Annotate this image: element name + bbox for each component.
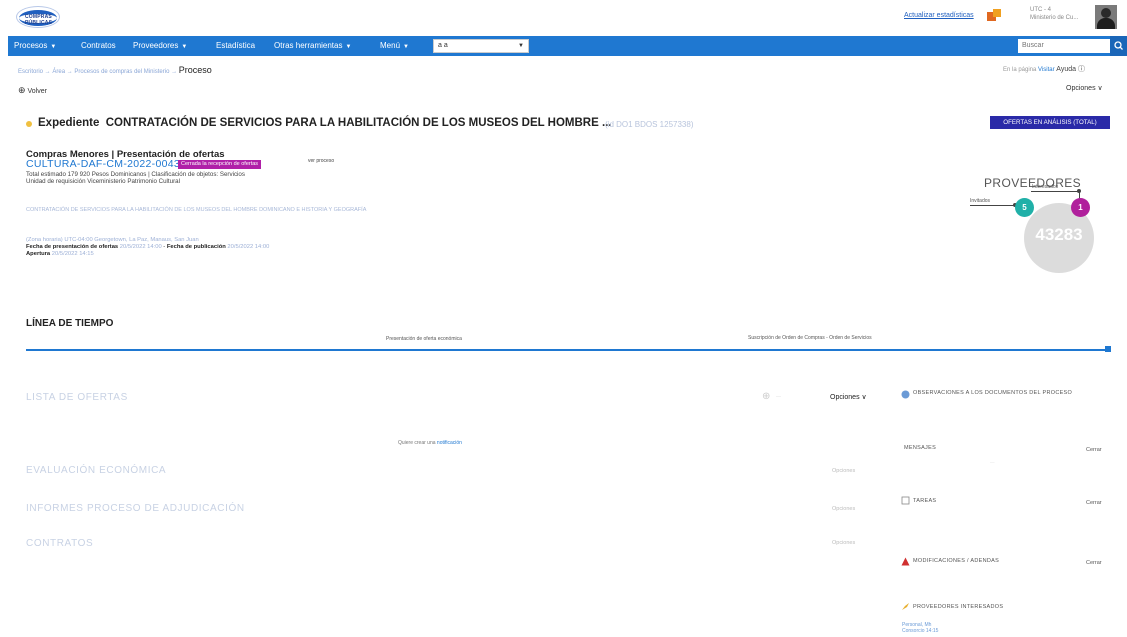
tareas-close[interactable]: Cerrar	[1086, 500, 1102, 506]
mensajes-empty: —	[990, 460, 995, 465]
informes-options[interactable]: Opciones	[832, 506, 855, 512]
section-lista-ofertas[interactable]: LISTA DE OFERTAS	[26, 392, 128, 403]
nav-estadistica[interactable]: Estadística	[216, 36, 255, 56]
invited-count[interactable]: 5	[1015, 198, 1034, 217]
status-dot-icon	[26, 121, 32, 127]
interested-count[interactable]: 1	[1071, 198, 1090, 217]
logo-text: COMPRAS PÚBLICAS	[25, 14, 53, 26]
avatar[interactable]	[1095, 5, 1117, 29]
interested-label: Interesados	[1032, 184, 1059, 190]
comment-icon	[901, 390, 910, 399]
chevron-down-icon: ▼	[345, 44, 352, 50]
chevron-down-icon: ▼	[518, 43, 524, 49]
dates-line: Fecha de presentación de ofertas 20/5/20…	[26, 244, 270, 250]
add-icon[interactable]: ⊕	[762, 391, 770, 402]
proveedores-interesados-item[interactable]: PROVEEDORES INTERESADOS	[913, 604, 1003, 610]
notification-notice: Quiere crear una notificación	[398, 440, 462, 446]
process-code[interactable]: CULTURA-DAF-CM-2022-0043	[26, 158, 180, 170]
nav-proveedores[interactable]: Proveedores ▼	[133, 36, 187, 56]
nav-otras-herramientas[interactable]: Otras herramientas ▼	[274, 36, 351, 56]
breadcrumb: Escritorio → Área → Procesos de compras …	[18, 65, 212, 75]
timeline-stage: Suscripción de Orden de Compras - Orden …	[748, 335, 872, 341]
modificaciones-item[interactable]: MODIFICACIONES / ADENDAS	[913, 558, 999, 564]
tareas-item[interactable]: TAREAS	[913, 498, 936, 504]
chevron-down-icon: ∨	[861, 394, 867, 401]
section-contratos[interactable]: CONTRATOS	[26, 538, 93, 549]
nav-procesos[interactable]: Procesos ▼	[14, 36, 56, 56]
star-icon	[902, 603, 909, 610]
timeline-title: LÍNEA DE TIEMPO	[26, 318, 114, 329]
chevron-down-icon: ▼	[50, 44, 57, 50]
user-org[interactable]: Ministerio de Cu...	[1030, 15, 1078, 21]
section-evaluacion[interactable]: EVALUACIÓN ECONÓMICA	[26, 465, 166, 476]
update-stats-link[interactable]: Actualizar estadísticas	[904, 12, 974, 19]
view-process-link[interactable]: ver proceso	[308, 158, 334, 164]
options-dropdown[interactable]: Opciones ∨	[1066, 84, 1103, 92]
process-status-badge: Cerrada la recepción de ofertas	[178, 160, 262, 169]
contratos-options[interactable]: Opciones	[832, 540, 855, 546]
evaluacion-options[interactable]: Opciones	[832, 468, 855, 474]
timeline-stage: Presentación de oferta económica	[386, 336, 462, 342]
expediente-id: (id DO1 BDOS 1257338)	[605, 120, 694, 129]
proveedor-link[interactable]: Consorcio 14:15	[902, 628, 938, 634]
help-link[interactable]: Ayuda ⓘ	[1056, 66, 1085, 73]
chevron-down-icon: ▼	[403, 44, 409, 50]
help-icon: ⓘ	[1077, 66, 1085, 73]
back-arrow-icon: ⊕	[18, 85, 26, 95]
nav-menu[interactable]: Menú ▼	[380, 36, 409, 56]
proveedores-total: 43283	[1035, 225, 1083, 244]
expediente-title: Expediente CONTRATACIÓN DE SERVICIOS PAR…	[38, 117, 612, 129]
back-button[interactable]: ⊕ Volver	[18, 85, 47, 96]
modificaciones-close[interactable]: Cerrar	[1086, 560, 1102, 566]
estimated-total: Total estimado 179 920 Pesos Dominicanos…	[26, 171, 245, 178]
user-timezone: UTC - 4	[1030, 7, 1051, 13]
cube-icon[interactable]	[986, 8, 1002, 22]
section-informes[interactable]: INFORMES PROCESO DE ADJUDICACIÓN	[26, 503, 245, 514]
search-button[interactable]	[1110, 36, 1127, 56]
nav-contratos[interactable]: Contratos	[81, 36, 116, 56]
invited-label: Invitados	[970, 198, 991, 204]
search-input[interactable]	[1018, 39, 1110, 53]
connector-line	[1031, 191, 1079, 192]
breadcrumb-current: Proceso	[178, 65, 212, 75]
chevron-down-icon: ▼	[181, 44, 188, 50]
page-help-bar: En la página Visitar Ayuda ⓘ	[1003, 66, 1085, 73]
process-description: CONTRATACIÓN DE SERVICIOS PARA LA HABILI…	[26, 207, 367, 213]
mensajes-close[interactable]: Cerrar	[1086, 447, 1102, 453]
breadcrumb-item[interactable]: Área	[52, 69, 65, 75]
requisition-unit: Unidad de requisición Viceministerio Pat…	[26, 178, 180, 185]
observaciones-item[interactable]: OBSERVACIONES A LOS DOCUMENTOS DEL PROCE…	[913, 390, 1072, 396]
lista-options-dropdown[interactable]: Opciones ∨	[830, 393, 867, 401]
chevron-down-icon: ∨	[1097, 85, 1103, 92]
mensajes-item[interactable]: MENSAJES	[904, 445, 936, 451]
connector-line	[970, 205, 1014, 206]
main-nav: Procesos ▼ Contratos Proveedores ▼ Estadís…	[8, 36, 1127, 56]
task-icon	[901, 496, 910, 505]
timeline-marker	[1105, 346, 1111, 352]
logo[interactable]: COMPRAS PÚBLICAS	[16, 6, 60, 28]
warning-icon	[901, 557, 910, 566]
apertura-line: Apertura 20/5/2022 14:15	[26, 251, 94, 257]
notification-link[interactable]: notificación	[437, 440, 462, 446]
entity-select[interactable]: a a ▼	[433, 39, 529, 53]
timeline-bar	[26, 349, 1110, 351]
status-badge: OFERTAS EN ANÁLISIS (TOTAL)	[990, 116, 1110, 129]
timezone-line: (Zona horaria) UTC-04:00 Georgetown, La …	[26, 237, 199, 243]
breadcrumb-item[interactable]: Escritorio	[18, 69, 43, 75]
visit-link[interactable]: Visitar	[1038, 67, 1055, 73]
breadcrumb-item[interactable]: Procesos de compras del Ministerio	[74, 69, 169, 75]
search-icon	[1114, 41, 1123, 50]
add-offer-button[interactable]: —	[776, 394, 781, 400]
